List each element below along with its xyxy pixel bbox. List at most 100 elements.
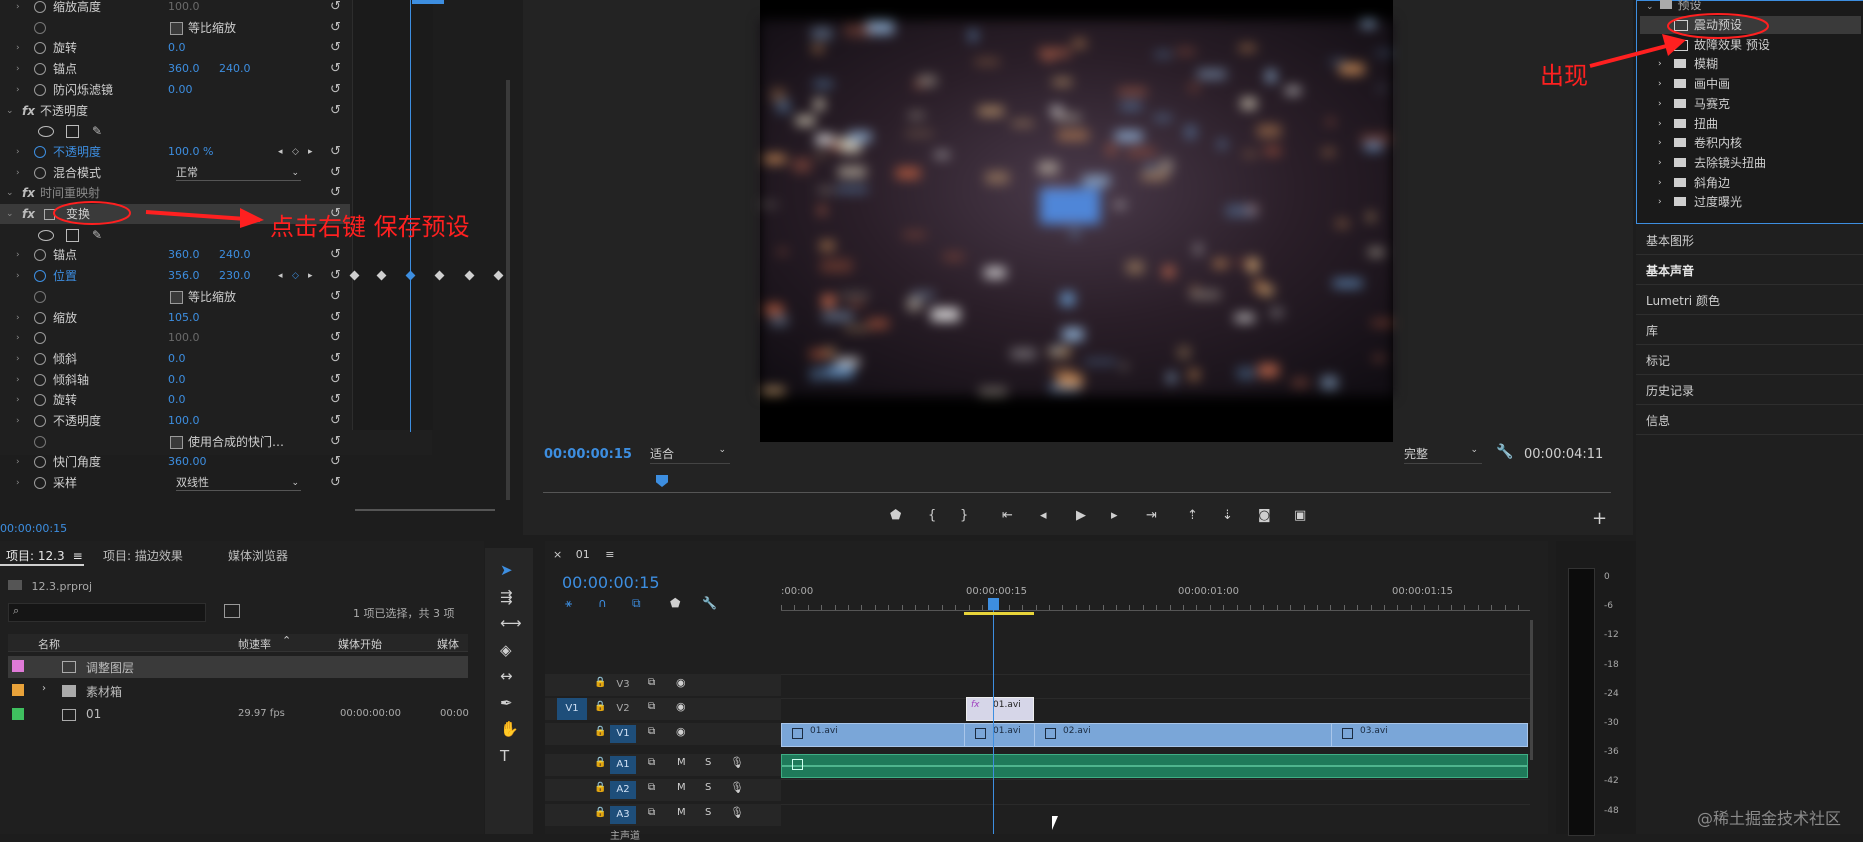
- property-value[interactable]: 100.0: [168, 411, 200, 431]
- menu-icon[interactable]: ≡: [73, 549, 83, 563]
- track-label[interactable]: V3: [610, 676, 636, 694]
- expand-chevron-icon[interactable]: ›: [16, 328, 20, 348]
- fx-property-row[interactable]: › 倾斜轴 0.0 ↺: [0, 370, 350, 390]
- property-value[interactable]: 0.0: [168, 38, 186, 58]
- expand-chevron-icon[interactable]: ›: [16, 390, 20, 410]
- stopwatch-icon[interactable]: [34, 415, 46, 427]
- expand-chevron-icon[interactable]: ›: [16, 349, 20, 369]
- ellipse-mask-icon[interactable]: [38, 126, 54, 138]
- rect-mask-icon[interactable]: [66, 125, 79, 139]
- clip[interactable]: 02.avi: [1034, 723, 1333, 747]
- track-label[interactable]: V1: [610, 725, 636, 743]
- color-label[interactable]: [12, 684, 24, 696]
- keyframe-playhead-head[interactable]: [412, 0, 444, 4]
- solo-button[interactable]: S: [705, 807, 711, 818]
- stopwatch-icon[interactable]: [34, 332, 46, 345]
- effects-item[interactable]: › 卷积内核: [1640, 134, 1861, 152]
- type-tool-icon[interactable]: T: [500, 747, 509, 765]
- reset-icon[interactable]: ↺: [330, 266, 341, 286]
- stopwatch-icon[interactable]: [34, 83, 46, 96]
- reset-icon[interactable]: ↺: [330, 452, 341, 472]
- mute-button[interactable]: M: [677, 807, 686, 818]
- reset-icon[interactable]: ↺: [330, 80, 341, 100]
- property-value-2[interactable]: 240.0: [219, 245, 251, 265]
- fx-property-row[interactable]: › 不透明度 100.0 % ◂ ◇ ▸ ↺: [0, 142, 350, 162]
- audio-clip[interactable]: [781, 754, 1528, 778]
- timeline-playhead-head[interactable]: [988, 598, 999, 610]
- reset-icon[interactable]: ↺: [330, 390, 341, 410]
- close-icon[interactable]: ×: [553, 548, 562, 561]
- marker-icon[interactable]: ⬟: [890, 508, 901, 523]
- stopwatch-icon[interactable]: [34, 270, 46, 283]
- keyframe-scrollbar[interactable]: [355, 509, 495, 511]
- checkbox[interactable]: [170, 290, 183, 304]
- reset-icon[interactable]: ↺: [330, 183, 341, 203]
- fx-property-row[interactable]: › 缩放 105.0 ↺: [0, 308, 350, 328]
- out-point-icon[interactable]: }: [960, 508, 968, 523]
- property-value-2[interactable]: 240.0: [219, 59, 251, 79]
- expand-chevron-icon[interactable]: ›: [42, 683, 46, 694]
- expand-chevron-icon[interactable]: ›: [16, 59, 20, 79]
- fx-property-row[interactable]: › 位置 356.0 230.0 ◂ ◇ ▸ ↺: [0, 266, 350, 286]
- column-header[interactable]: 名称: [38, 636, 60, 652]
- eye-icon[interactable]: ◉: [676, 700, 686, 713]
- camera-icon[interactable]: ◙: [1258, 508, 1271, 523]
- pen-mask-icon[interactable]: ✎: [92, 121, 102, 141]
- reset-icon[interactable]: ↺: [330, 349, 341, 369]
- linked-selection-icon[interactable]: ⧉: [632, 596, 641, 611]
- fx-badge-icon[interactable]: fx: [22, 183, 35, 203]
- reset-icon[interactable]: ↺: [330, 432, 341, 452]
- stopwatch-icon[interactable]: [34, 42, 46, 55]
- track-label[interactable]: A2: [610, 781, 636, 799]
- side-panel-tab[interactable]: 信息: [1646, 412, 1670, 429]
- fx-property-row[interactable]: › 混合模式 正常 ⌄ ↺: [0, 163, 350, 183]
- stopwatch-icon[interactable]: [34, 166, 46, 179]
- project-search-input[interactable]: ⌕: [8, 603, 206, 622]
- hand-tool-icon[interactable]: ✋: [500, 720, 519, 738]
- new-bin-icon[interactable]: [224, 604, 240, 618]
- property-value[interactable]: 0.0: [168, 370, 186, 390]
- fx-property-row[interactable]: › 防闪烁滤镜 0.00 ↺: [0, 80, 350, 100]
- expand-chevron-icon[interactable]: ›: [16, 370, 20, 390]
- effects-item[interactable]: › 去除镜头扭曲: [1640, 154, 1861, 172]
- property-value[interactable]: 0.0: [168, 349, 186, 369]
- fit-select[interactable]: 适合 ⌄: [650, 445, 730, 464]
- play-icon[interactable]: ▶: [1076, 508, 1086, 523]
- wrench-icon[interactable]: 🔧: [1496, 444, 1513, 460]
- mic-icon[interactable]: 🎙: [730, 756, 744, 769]
- property-value[interactable]: 356.0: [168, 266, 200, 286]
- reset-icon[interactable]: ↺: [330, 411, 341, 431]
- checkbox[interactable]: [170, 435, 183, 449]
- keyframe-prev-icon[interactable]: ◂: [278, 266, 283, 286]
- fx-property-row[interactable]: › 锚点 360.0 240.0 ↺: [0, 245, 350, 265]
- track-label[interactable]: A1: [610, 756, 636, 774]
- clip[interactable]: 01.avi: [964, 723, 1036, 747]
- expand-chevron-icon[interactable]: ›: [16, 245, 20, 265]
- sync-lock-icon[interactable]: ⧉: [648, 726, 655, 737]
- project-tab[interactable]: 媒体浏览器: [228, 547, 288, 564]
- reset-icon[interactable]: ↺: [330, 0, 341, 17]
- timeline-playhead-line[interactable]: [993, 600, 994, 834]
- expand-chevron-icon[interactable]: ›: [16, 38, 20, 58]
- expand-chevron-icon[interactable]: ›: [16, 80, 20, 100]
- fx-section-header[interactable]: ⌄ fx 不透明度 ↺: [0, 101, 350, 121]
- color-label[interactable]: [12, 660, 24, 672]
- expand-chevron-icon[interactable]: ›: [16, 0, 20, 17]
- selection-tool-icon[interactable]: ➤: [500, 561, 513, 579]
- side-panel-tab[interactable]: 标记: [1646, 352, 1670, 369]
- step-forward-icon[interactable]: ▸: [1111, 508, 1118, 523]
- property-select[interactable]: 双线性 ⌄: [176, 476, 301, 492]
- sync-lock-icon[interactable]: ⧉: [648, 701, 655, 712]
- reset-icon[interactable]: ↺: [330, 473, 341, 493]
- track-label[interactable]: V2: [610, 700, 636, 718]
- fx-badge-icon[interactable]: fx: [22, 101, 35, 121]
- lock-icon[interactable]: 🔒: [594, 807, 606, 818]
- add-marker-icon[interactable]: ⬟: [670, 596, 680, 610]
- expand-chevron-icon[interactable]: ›: [16, 452, 20, 472]
- effects-item[interactable]: › 过度曝光: [1640, 193, 1861, 211]
- expand-chevron-icon[interactable]: ⌄: [6, 204, 14, 224]
- expand-chevron-icon[interactable]: ⌄: [6, 101, 14, 121]
- expand-chevron-icon[interactable]: ›: [16, 411, 20, 431]
- item-name[interactable]: 01: [86, 707, 101, 721]
- keyframe-add-icon[interactable]: ◇: [292, 266, 299, 286]
